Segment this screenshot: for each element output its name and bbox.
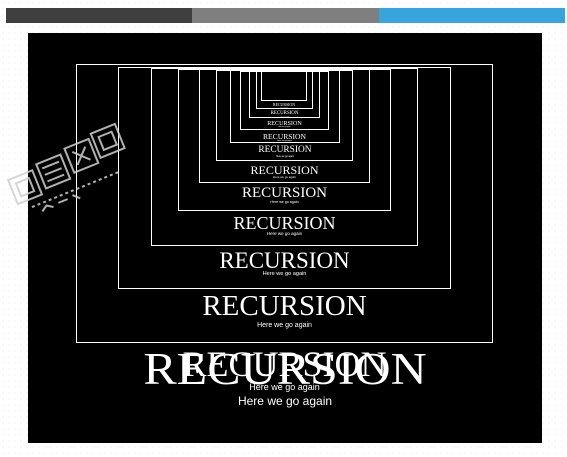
top-bar-segment-gray [192,8,379,23]
nested-poster-caption: Here we go again [273,175,296,180]
nested-poster-caption: Here we go again [266,231,303,237]
nested-poster-copy: RECURSION Here we go again [261,71,307,109]
top-color-bar [6,8,565,23]
nested-poster-title: RECURSION [250,163,319,177]
nested-poster-caption: Here we go again [270,200,299,205]
nested-poster-caption: Here we go again [279,116,290,118]
nested-poster-title: RECURSION [219,248,350,273]
nested-poster-title: RECURSION [241,185,327,201]
top-bar-segment-blue [378,8,565,23]
nested-poster-caption: Here we go again [257,321,312,329]
nested-poster-caption: Here we go again [277,139,292,142]
nested-poster-title: RECURSION [182,344,387,384]
nested-poster-caption: Here we go again [275,155,294,158]
nested-poster-frame [261,71,307,101]
top-bar-segment-dark [6,8,193,23]
nested-poster-caption: Here we go again [262,271,307,278]
nested-poster-caption: Here we go again [278,127,291,129]
nested-poster-title: RECURSION [233,213,336,233]
nested-poster-caption: Here we go again [280,107,288,109]
nested-poster-caption: Here we go again [249,381,320,392]
nested-poster-title: RECURSION [202,290,367,322]
nested-poster-title: RECURSION [258,145,312,155]
recursion-poster-image: RECURSION Here we go again RECURSION Here… [28,33,542,443]
